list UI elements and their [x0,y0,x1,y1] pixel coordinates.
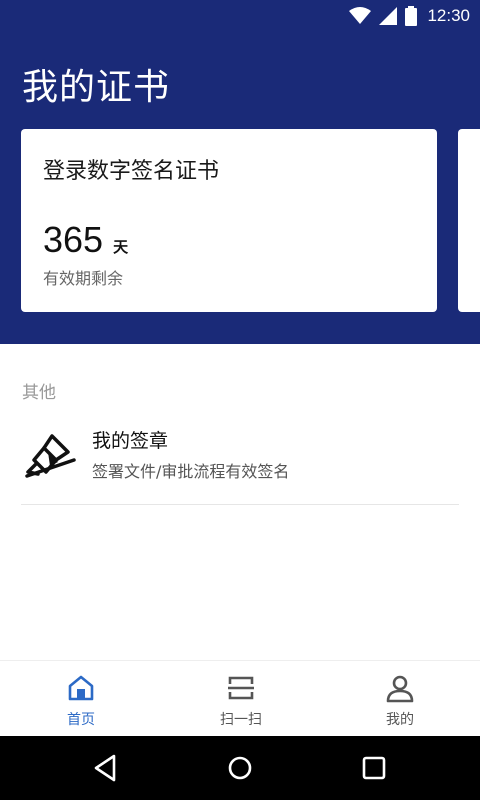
seal-item-description: 签署文件/审批流程有效签名 [92,462,290,481]
profile-icon [386,675,414,703]
seal-item-title: 我的签章 [92,430,169,452]
scan-icon [228,676,254,700]
list-item-my-seal[interactable]: 我的签章 签署文件/审批流程有效签名 [0,412,480,504]
page-title: 我的证书 [22,67,171,108]
status-bar: 12:30 [0,0,480,32]
status-time: 12:30 [427,6,470,25]
signal-icon [379,7,398,25]
certificate-title: 登录数字签名证书 [43,159,220,184]
section-label-other: 其他 [22,383,56,403]
back-icon[interactable] [90,752,122,784]
days-remaining: 365 天 [43,219,128,261]
days-unit: 天 [113,238,129,256]
nav-item-scan[interactable]: 扫一扫 [181,661,301,737]
recent-apps-icon[interactable] [358,752,390,784]
bottom-nav: 首页 扫一扫 我的 [0,660,480,736]
nav-label-scan: 扫一扫 [220,712,262,728]
certificate-card[interactable]: 登录数字签名证书 365 天 有效期剩余 [21,129,437,312]
android-nav-bar [0,736,480,800]
wifi-icon [349,7,372,24]
status-icons: 12:30 [349,4,470,28]
home-icon [68,675,94,701]
days-value: 365 [43,219,104,260]
nav-label-mine: 我的 [386,712,414,728]
home-circle-icon[interactable] [224,752,256,784]
divider [21,504,459,505]
battery-icon [405,6,418,26]
certificate-carousel[interactable]: 登录数字签名证书 365 天 有效期剩余 [0,129,480,312]
header: 我的证书 登录数字签名证书 365 天 有效期剩余 [0,32,480,344]
nav-label-home: 首页 [67,712,95,728]
seal-stamp-icon [25,434,76,478]
nav-item-home[interactable]: 首页 [21,661,141,737]
next-certificate-card[interactable] [458,129,480,312]
nav-item-mine[interactable]: 我的 [340,661,460,737]
days-caption: 有效期剩余 [43,269,124,288]
